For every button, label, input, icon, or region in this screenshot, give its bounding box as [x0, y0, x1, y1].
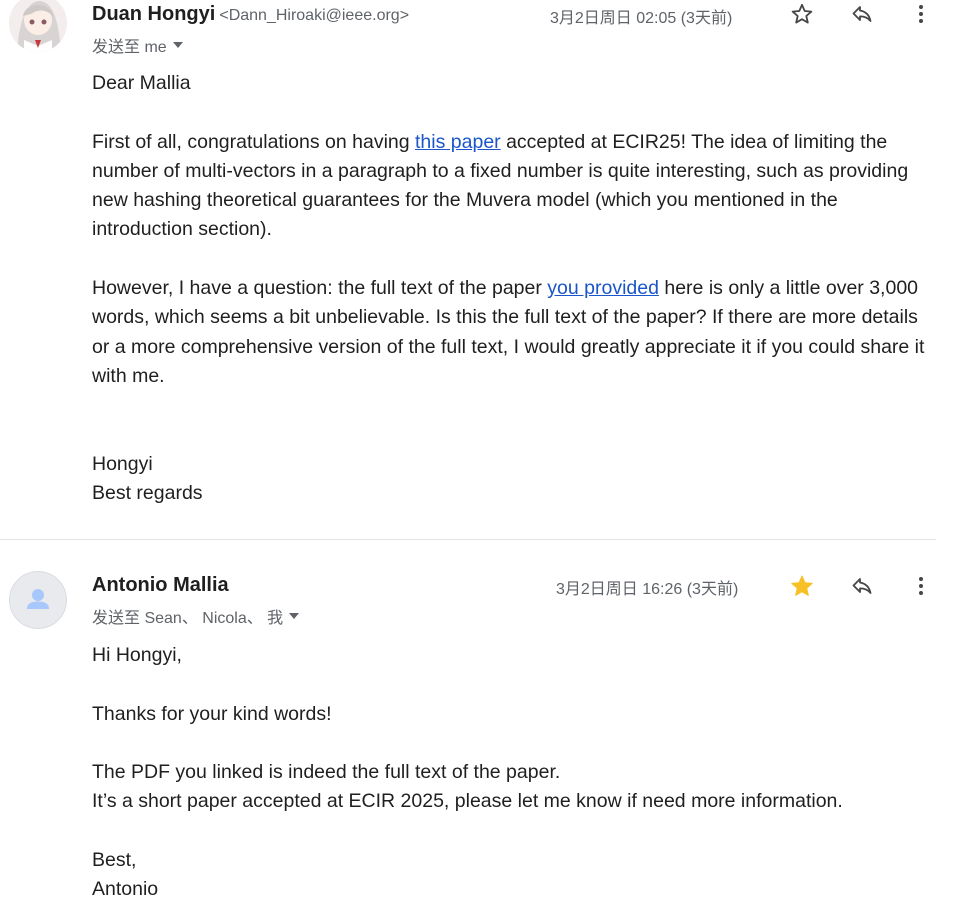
signature-name: Hongyi	[92, 452, 153, 475]
sender-name-text: Duan Hongyi	[92, 3, 216, 25]
body-line: It’s a short paper accepted at ECIR 2025…	[92, 790, 843, 813]
paragraph-1-text: new hashing theoretical guarantees for t…	[92, 189, 838, 212]
sender-avatar[interactable]	[9, 0, 67, 52]
thanks-line: Thanks for your kind words!	[92, 702, 332, 725]
more-vert-icon	[919, 577, 923, 595]
this-paper-link[interactable]: this paper	[415, 131, 501, 153]
sender-name: Duan Hongyi <Dann_Hiroaki@ieee.org>	[92, 3, 409, 26]
reply-icon	[852, 6, 872, 22]
star-icon	[791, 575, 813, 596]
you-provided-link[interactable]: you provided	[547, 277, 659, 299]
recipients-toggle[interactable]: 发送至 me	[92, 33, 183, 57]
paragraph-1: First of all, congratulations on having …	[92, 128, 932, 245]
sender-avatar[interactable]	[9, 571, 67, 629]
paragraph-1-text: number of multi-vectors in a paragraph t…	[92, 159, 909, 182]
paragraph-2-text: here is only a little over 3,000	[658, 277, 919, 300]
body-line: The PDF you linked is indeed the full te…	[92, 761, 561, 784]
message-body: Dear Mallia First of all, congratulation…	[92, 69, 932, 508]
signature-name: Antonio	[92, 878, 159, 901]
sender-email: <Dann_Hiroaki@ieee.org>	[219, 7, 410, 24]
email-message-2: Antonio Mallia 3月2日周日 16:26 (3天前) 发送至 Se…	[0, 540, 955, 902]
message-date: 3月2日周日 02:05 (3天前)	[550, 10, 733, 27]
sign-off: Best regards	[92, 482, 203, 505]
star-button[interactable]	[786, 0, 818, 30]
recipients-text: 发送至 Sean、 Nicola、 我	[92, 610, 284, 627]
paragraph-1-text: First of all, congratulations on having	[92, 130, 416, 153]
more-vert-icon	[919, 5, 923, 23]
chevron-down-icon	[289, 613, 300, 619]
sender-name: Antonio Mallia	[92, 574, 229, 596]
email-message-1: Duan Hongyi <Dann_Hiroaki@ieee.org> 3月2日周…	[0, 0, 955, 539]
paragraph-1-text: accepted at ECIR25! The idea of limiting…	[500, 130, 888, 153]
paragraph-2-text: or a more comprehensive version of the f…	[92, 335, 925, 358]
reply-button[interactable]	[846, 570, 878, 602]
message-body: Hi Hongyi, Thanks for your kind words! T…	[92, 641, 932, 905]
reply-button[interactable]	[846, 0, 878, 30]
paragraph-1-text: introduction section).	[92, 218, 272, 241]
paragraph-2-text: words, which seems a bit unbelievable. I…	[92, 306, 918, 329]
more-options-button[interactable]	[905, 0, 937, 30]
more-options-button[interactable]	[905, 570, 937, 602]
recipients-text: 发送至 me	[92, 39, 167, 56]
paragraph-2-text: with me.	[92, 364, 165, 387]
recipients-toggle[interactable]: 发送至 Sean、 Nicola、 我	[92, 604, 300, 628]
chevron-down-icon	[172, 42, 183, 48]
reply-icon	[852, 578, 872, 594]
person-icon	[27, 589, 49, 609]
message-date: 3月2日周日 16:26 (3天前)	[556, 581, 739, 598]
sign-off: Best,	[92, 849, 137, 872]
greeting: Hi Hongyi,	[92, 644, 182, 666]
star-button[interactable]	[786, 570, 818, 602]
paragraph-2-text: However, I have a question: the full tex…	[92, 277, 548, 300]
star-icon	[791, 3, 813, 24]
greeting: Dear Mallia	[92, 72, 191, 94]
paragraph-2: However, I have a question: the full tex…	[92, 274, 932, 391]
